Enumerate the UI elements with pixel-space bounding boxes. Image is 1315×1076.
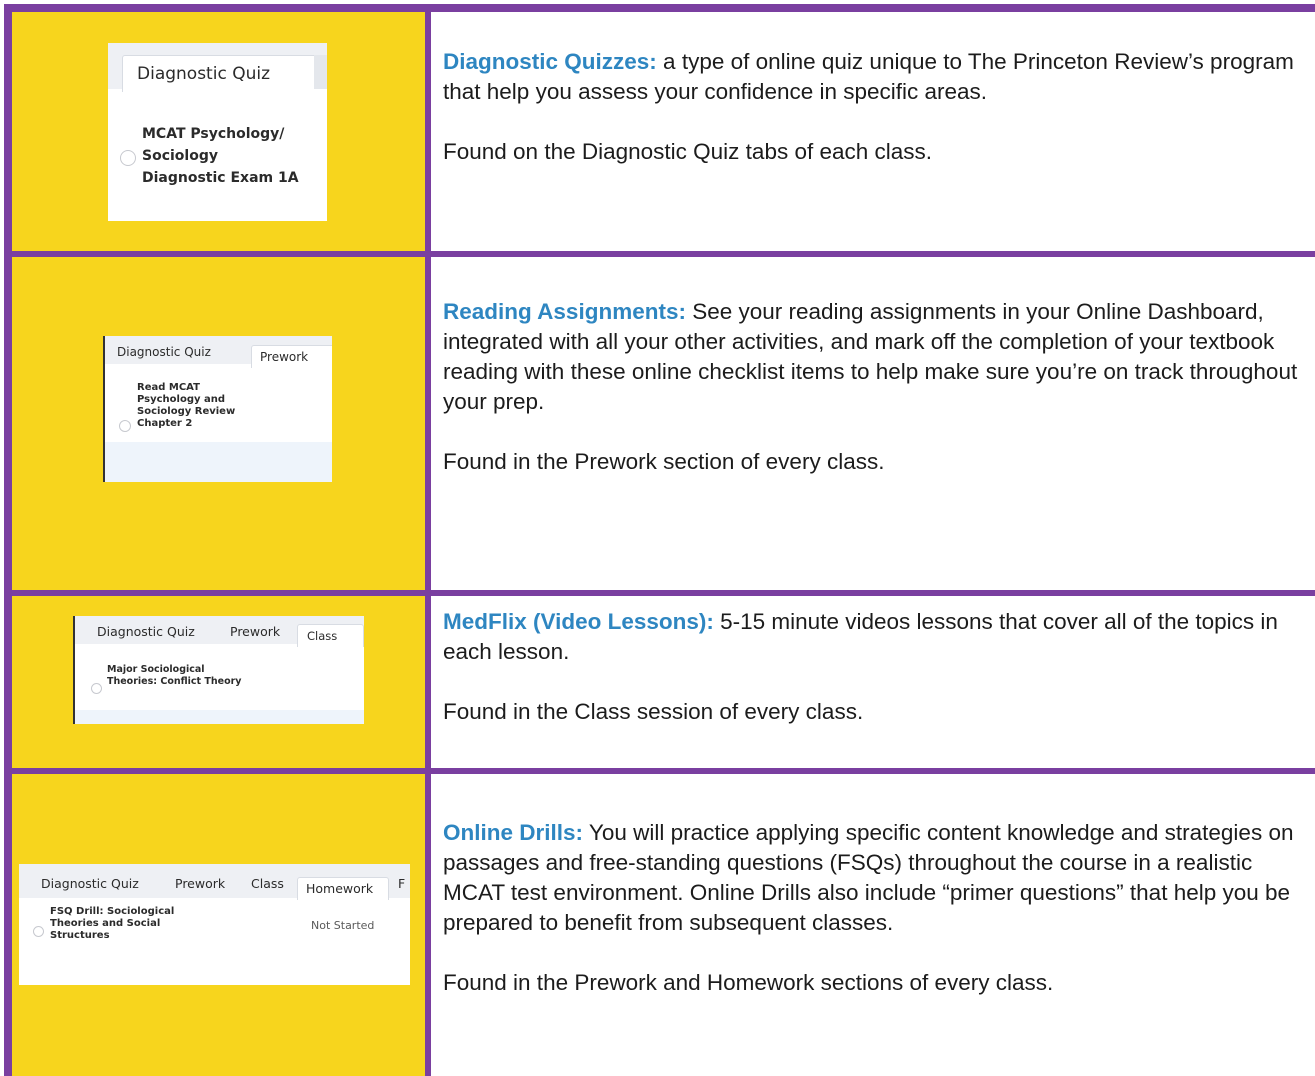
description: Reading Assignments: See your reading as… [443,297,1311,477]
description-cell: Diagnostic Quizzes: a type of online qui… [431,12,1315,251]
list-item: MCAT Psychology/ Sociology Diagnostic Ex… [142,126,299,186]
description-cell: Reading Assignments: See your reading as… [431,257,1315,590]
tab-diagnostic-quiz: Diagnostic Quiz [41,875,139,893]
status-label: Not Started [311,919,375,932]
thumbnail-cell: Diagnostic Quiz MCAT Psychology/ Sociolo… [12,12,425,251]
found-location: Found in the Prework and Homework sectio… [443,970,1054,995]
tab-prework: Prework [175,875,226,893]
radio-icon [33,926,44,937]
found-location: Found in the Class session of every clas… [443,699,864,724]
tab-class: Class [251,875,284,893]
thumbnail-cell: Diagnostic Quiz Prework Class Homework F… [12,774,425,1076]
list-item: Read MCAT Psychology and Sociology Revie… [137,382,236,429]
description-cell: Online Drills: You will practice applyin… [431,774,1315,1076]
radio-icon [119,420,131,432]
thumbnail-cell: Diagnostic Quiz Prework Class Major Soci… [12,596,425,768]
term-title: Diagnostic Quizzes: [443,49,657,74]
row-diagnostic-quizzes: Diagnostic Quiz MCAT Psychology/ Sociolo… [4,12,1315,251]
prework-screenshot: Diagnostic Quiz Prework Read MCAT Psycho… [103,336,332,482]
description-cell: MedFlix (Video Lessons): 5-15 minute vid… [431,596,1315,768]
radio-icon [91,683,102,694]
feature-table: Diagnostic Quiz MCAT Psychology/ Sociolo… [4,4,1315,1076]
diagnostic-quiz-screenshot: Diagnostic Quiz MCAT Psychology/ Sociolo… [108,43,327,221]
row-medflix: Diagnostic Quiz Prework Class Major Soci… [4,596,1315,768]
tab-partial [314,55,327,89]
radio-icon [120,150,136,166]
description: Online Drills: You will practice applyin… [443,818,1311,998]
list-item: FSQ Drill: Sociological Theories and Soc… [50,906,175,941]
thumbnail-cell: Diagnostic Quiz Prework Read MCAT Psycho… [12,257,425,590]
tab-prework: Prework [230,622,281,642]
description: MedFlix (Video Lessons): 5-15 minute vid… [443,607,1311,727]
tab-diagnostic-quiz: Diagnostic Quiz [117,342,211,362]
term-title: Reading Assignments: [443,299,686,324]
class-screenshot: Diagnostic Quiz Prework Class Major Soci… [73,616,364,724]
row-reading-assignments: Diagnostic Quiz Prework Read MCAT Psycho… [4,257,1315,590]
tab-diagnostic-quiz: Diagnostic Quiz [97,622,195,642]
homework-screenshot: Diagnostic Quiz Prework Class Homework F… [19,864,410,985]
term-title: Online Drills: [443,820,584,845]
tab-diagnostic-quiz: Diagnostic Quiz [122,55,327,92]
found-location: Found in the Prework section of every cl… [443,449,885,474]
tab-class: Class [297,624,364,647]
row-online-drills: Diagnostic Quiz Prework Class Homework F… [4,774,1315,1076]
tab-partial: F [398,875,406,893]
term-title: MedFlix (Video Lessons): [443,609,714,634]
list-item: Major Sociological Theories: Conflict Th… [107,664,242,687]
found-location: Found on the Diagnostic Quiz tabs of eac… [443,139,933,164]
description: Diagnostic Quizzes: a type of online qui… [443,47,1311,167]
tab-homework: Homework [297,877,389,900]
tab-prework: Prework [251,345,332,368]
